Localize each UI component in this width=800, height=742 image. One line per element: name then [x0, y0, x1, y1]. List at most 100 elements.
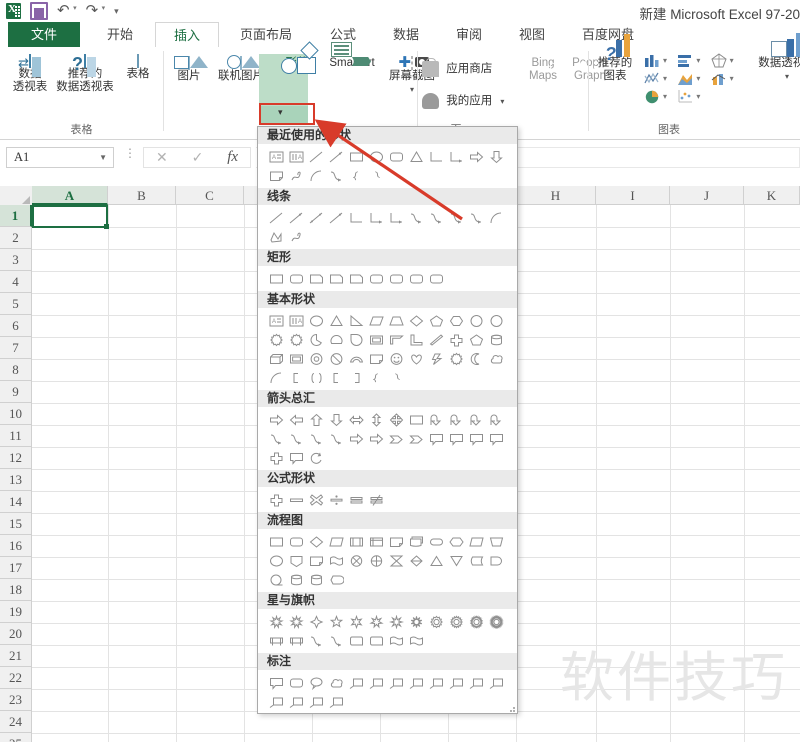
shape-quad-arrow-callout[interactable]	[286, 448, 306, 467]
shape-pentagon[interactable]	[426, 311, 446, 330]
shape-predefined-process[interactable]	[346, 532, 366, 551]
selected-cell[interactable]	[32, 205, 109, 229]
shape-left-right-up-arrow[interactable]	[406, 410, 426, 429]
shape-folded-corner[interactable]	[366, 349, 386, 368]
shape-left-brace[interactable]	[346, 166, 366, 185]
shape-rectangle[interactable]	[266, 269, 286, 288]
shape-up-arrow[interactable]	[306, 410, 326, 429]
shape-cloud-callout[interactable]	[326, 673, 346, 692]
row-header-8[interactable]: 8	[0, 359, 32, 381]
pivot-chart-dropdown-caret-icon[interactable]: ▾	[758, 70, 800, 83]
combo-chart-icon[interactable]: ▾	[711, 71, 734, 86]
cancel-icon[interactable]: ✕	[156, 149, 168, 166]
shape-oval[interactable]	[306, 311, 326, 330]
shape-line-callout-3-accent[interactable]	[466, 673, 486, 692]
shape-star-8[interactable]	[386, 612, 406, 631]
shape-left-bracket[interactable]	[286, 368, 306, 387]
shape-callout-no-border-4[interactable]	[326, 692, 346, 711]
shape-direct-access-storage[interactable]	[306, 570, 326, 589]
shape-curved-arrow[interactable]	[426, 208, 446, 227]
undo-icon[interactable]: ↶ ▾	[57, 3, 77, 18]
shape-line[interactable]	[306, 147, 326, 166]
shape-horizontal-scroll[interactable]	[366, 631, 386, 650]
shape-isosceles-triangle[interactable]	[406, 147, 426, 166]
insert-function-icon[interactable]: fx	[227, 149, 238, 166]
customize-qat-icon[interactable]: ▾	[114, 6, 119, 17]
row-header-4[interactable]: 4	[0, 271, 32, 293]
shape-folded-corner[interactable]	[266, 166, 286, 185]
shape-curved-down-ribbon[interactable]	[326, 631, 346, 650]
shape-double-brace[interactable]	[306, 368, 326, 387]
shape-diamond[interactable]	[406, 311, 426, 330]
shape-line-arrow-2[interactable]	[326, 208, 346, 227]
shape-right-triangle[interactable]	[346, 311, 366, 330]
shape-star-32[interactable]	[486, 612, 506, 631]
shape-diagonal-stripe[interactable]	[426, 330, 446, 349]
shape-no-symbol[interactable]	[326, 349, 346, 368]
shape-internal-storage[interactable]	[366, 532, 386, 551]
shape-donut[interactable]	[306, 349, 326, 368]
shape-or[interactable]	[366, 551, 386, 570]
line-chart-icon[interactable]: ▾	[644, 71, 667, 86]
row-header-5[interactable]: 5	[0, 293, 32, 315]
shape-left-up-arrow[interactable]	[466, 410, 486, 429]
shape-left-bracket-2[interactable]	[326, 368, 346, 387]
shape-heart[interactable]	[406, 349, 426, 368]
shape-card[interactable]	[306, 551, 326, 570]
my-apps-button[interactable]: 我的应用 ▾	[422, 93, 522, 109]
shape-line-callout-1-border[interactable]	[426, 673, 446, 692]
shape-vertical-scroll[interactable]	[346, 631, 366, 650]
shape-textbox[interactable]: A	[266, 147, 286, 166]
shape-document[interactable]	[386, 532, 406, 551]
smartart-button[interactable]: SmartArt	[321, 42, 383, 70]
shape-freeform[interactable]	[266, 227, 286, 246]
shape-connector[interactable]	[266, 551, 286, 570]
shape-trapezoid[interactable]	[386, 311, 406, 330]
shape-preparation[interactable]	[446, 532, 466, 551]
shape-snip-single-corner[interactable]	[306, 269, 326, 288]
area-chart-icon[interactable]: ▾	[677, 71, 700, 86]
shape-line-callout-2-border[interactable]	[446, 673, 466, 692]
bing-maps-button[interactable]: Bing Maps	[522, 57, 564, 83]
row-header-20[interactable]: 20	[0, 623, 32, 645]
shape-round-same-side-corner[interactable]	[406, 269, 426, 288]
shape-chevron[interactable]	[406, 429, 426, 448]
shape-decagon[interactable]	[266, 330, 286, 349]
shape-rounded-rectangle[interactable]	[286, 269, 306, 288]
shape-line-double-arrow[interactable]	[306, 208, 326, 227]
row-header-13[interactable]: 13	[0, 469, 32, 491]
row-header-6[interactable]: 6	[0, 315, 32, 337]
shape-snip-diagonal-corner[interactable]	[346, 269, 366, 288]
shape-pie[interactable]	[306, 330, 326, 349]
shape-star-7[interactable]	[366, 612, 386, 631]
name-box-dropdown-icon[interactable]: ▼	[99, 153, 107, 162]
tab-file[interactable]: 文件	[8, 22, 80, 47]
shape-pentagon-arrow[interactable]	[386, 429, 406, 448]
shape-arc[interactable]	[486, 208, 506, 227]
name-box[interactable]: A1 ▼	[6, 147, 114, 168]
shape-display[interactable]	[326, 570, 346, 589]
shape-process[interactable]	[266, 532, 286, 551]
shape-curved-double-arrow[interactable]	[446, 208, 466, 227]
shape-curved-left-arrow[interactable]	[286, 429, 306, 448]
store-button[interactable]: 应用商店	[422, 58, 506, 77]
tab-view[interactable]: 视图	[502, 22, 562, 47]
shape-wave[interactable]	[386, 631, 406, 650]
shape-scribble[interactable]	[286, 166, 306, 185]
shape-elbow-arrow[interactable]	[366, 208, 386, 227]
shape-cross[interactable]	[446, 330, 466, 349]
shape-manual-operation[interactable]	[486, 532, 506, 551]
shape-callout-no-border-1[interactable]	[266, 692, 286, 711]
shape-round-diagonal-corner[interactable]	[426, 269, 446, 288]
row-header-22[interactable]: 22	[0, 667, 32, 689]
shape-down-ribbon[interactable]	[286, 631, 306, 650]
shape-snip-and-round-corner[interactable]	[366, 269, 386, 288]
shape-double-wave[interactable]	[406, 631, 426, 650]
shape-octagon[interactable]	[486, 311, 506, 330]
shape-curved-connector[interactable]	[406, 208, 426, 227]
shape-star-16[interactable]	[446, 612, 466, 631]
shape-delay[interactable]	[486, 551, 506, 570]
shape-sequential-access[interactable]	[266, 570, 286, 589]
shape-vertical-textbox[interactable]: A	[286, 311, 306, 330]
shape-scribble[interactable]	[286, 227, 306, 246]
